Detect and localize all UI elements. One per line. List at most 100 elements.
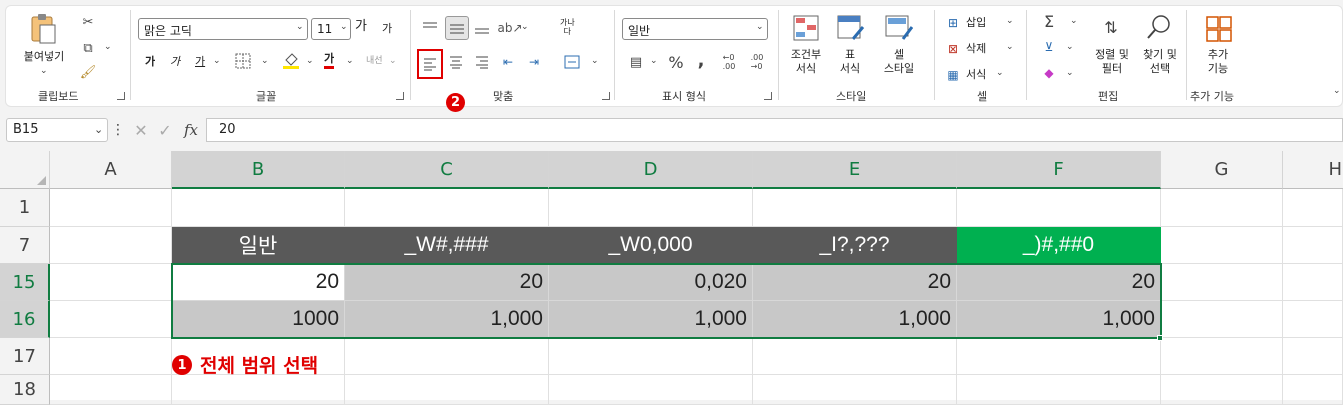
insert-function-icon[interactable]: fx (180, 120, 202, 140)
paste-icon[interactable] (28, 12, 58, 46)
clear-icon[interactable]: ◆ (1040, 64, 1058, 82)
table-cell[interactable]: 0,020 (549, 264, 753, 301)
collapse-ribbon-icon[interactable]: ⌄ (1333, 86, 1341, 96)
fill-icon[interactable]: ⊻ (1040, 38, 1058, 56)
cell-a1[interactable] (50, 189, 172, 227)
cell-h15[interactable] (1283, 264, 1343, 301)
column-header-c[interactable]: C (345, 151, 549, 189)
cell-styles-button[interactable]: 셀 스타일 (874, 48, 924, 76)
cell-f18[interactable] (957, 375, 1161, 405)
column-header-g[interactable]: G (1161, 151, 1283, 189)
cell-d17[interactable] (549, 338, 753, 375)
table-cell[interactable]: 20 (957, 264, 1161, 301)
cell-e18[interactable] (753, 375, 957, 405)
accounting-chevron-icon[interactable]: ⌄ (650, 56, 658, 66)
cell-b1[interactable] (172, 189, 345, 227)
formula-input[interactable]: 20 (206, 118, 1343, 142)
italic-button[interactable]: 가 (170, 55, 180, 69)
phonetic-chevron-icon[interactable]: ⌄ (389, 56, 397, 66)
find-select-button[interactable]: 찾기 및 선택 (1136, 48, 1184, 76)
cell-f1[interactable] (957, 189, 1161, 227)
fill-color-icon[interactable] (282, 50, 300, 70)
increase-indent-icon[interactable]: ⇥ (524, 52, 544, 72)
cut-icon[interactable]: ✂ (78, 12, 98, 32)
wrap-text-button[interactable]: 가나 다 (560, 18, 575, 36)
number-launcher-icon[interactable] (764, 92, 772, 100)
font-color-chevron-icon[interactable]: ⌄ (346, 56, 354, 66)
cell-c18[interactable] (345, 375, 549, 405)
find-select-icon[interactable] (1144, 12, 1174, 42)
cell-f17[interactable] (957, 338, 1161, 375)
sort-filter-button[interactable]: 정렬 및 필터 (1088, 48, 1136, 76)
cell-a7[interactable] (50, 227, 172, 264)
percent-icon[interactable]: % (666, 52, 686, 72)
format-header-cell[interactable]: 일반 (172, 227, 345, 264)
delete-chevron-icon[interactable]: ⌄ (1006, 42, 1014, 52)
alignment-launcher-icon[interactable] (602, 92, 610, 100)
format-cells-button[interactable]: 서식 (966, 68, 986, 82)
underline-button[interactable]: 가 (195, 55, 205, 69)
cell-b18[interactable] (172, 375, 345, 405)
format-as-table-icon[interactable] (836, 14, 866, 42)
row-header-17[interactable]: 17 (0, 338, 50, 375)
name-box[interactable]: B15 (6, 118, 108, 142)
cell-g1[interactable] (1161, 189, 1283, 227)
cell-g7[interactable] (1161, 227, 1283, 264)
increase-decimal-icon[interactable]: ←0.00 (718, 50, 740, 74)
underline-chevron-icon[interactable]: ⌄ (213, 56, 221, 66)
cell-a15[interactable] (50, 264, 172, 301)
fill-handle[interactable] (1157, 335, 1163, 341)
table-cell[interactable]: 1,000 (549, 301, 753, 338)
cell-c17[interactable] (345, 338, 549, 375)
name-box-chevron-icon[interactable]: ⌄ (94, 123, 103, 136)
active-cell-b15[interactable]: 20 (172, 264, 345, 301)
table-cell[interactable]: 20 (345, 264, 549, 301)
conditional-format-icon[interactable] (792, 14, 820, 42)
delete-cells-icon[interactable]: ⊠ (944, 40, 962, 58)
align-right-icon[interactable] (472, 52, 492, 72)
insert-cells-icon[interactable]: ⊞ (944, 14, 962, 32)
cell-a17[interactable] (50, 338, 172, 375)
autosum-chevron-icon[interactable]: ⌄ (1070, 16, 1078, 26)
format-header-cell[interactable]: _W#,### (345, 227, 549, 264)
cell-d1[interactable] (549, 189, 753, 227)
copy-chevron-icon[interactable]: ⌄ (104, 42, 112, 52)
row-header-15[interactable]: 15 (0, 264, 50, 301)
cell-h1[interactable] (1283, 189, 1343, 227)
format-chevron-icon[interactable]: ⌄ (996, 68, 1004, 78)
merge-chevron-icon[interactable]: ⌄ (591, 56, 599, 66)
paste-chevron-icon[interactable]: ⌄ (40, 66, 48, 76)
phonetic-button[interactable]: 내선 (366, 54, 383, 68)
align-top-icon[interactable] (420, 18, 440, 38)
cell-styles-icon[interactable] (884, 14, 914, 42)
font-launcher-icon[interactable] (396, 92, 404, 100)
bold-button[interactable]: 가 (145, 55, 155, 69)
table-cell[interactable]: 20 (753, 264, 957, 301)
cell-e1[interactable] (753, 189, 957, 227)
cell-g17[interactable] (1161, 338, 1283, 375)
align-middle-icon[interactable] (445, 16, 469, 40)
column-header-e[interactable]: E (753, 151, 957, 189)
addins-button[interactable]: 추가 기능 (1198, 48, 1238, 76)
align-left-icon[interactable] (417, 49, 443, 79)
cell-e17[interactable] (753, 338, 957, 375)
row-header-18[interactable]: 18 (0, 375, 50, 405)
cell-g16[interactable] (1161, 301, 1283, 338)
borders-icon[interactable] (234, 52, 252, 70)
fill-chevron-icon[interactable]: ⌄ (1066, 42, 1074, 52)
paste-button[interactable]: 붙여넣기 (18, 50, 70, 64)
format-header-cell[interactable]: _)#,##0 (957, 227, 1161, 264)
cell-a18[interactable] (50, 375, 172, 405)
column-header-d[interactable]: D (549, 151, 753, 189)
cell-h7[interactable] (1283, 227, 1343, 264)
number-format-chevron-icon[interactable]: ⌄ (756, 22, 764, 32)
cell-h18[interactable] (1283, 375, 1343, 405)
decrease-decimal-icon[interactable]: .00 →0 (746, 50, 768, 74)
more-options-icon[interactable]: ⋮ (111, 121, 125, 139)
font-name-combo[interactable]: 맑은 고딕 (138, 18, 308, 40)
align-bottom-icon[interactable] (472, 18, 492, 38)
font-name-chevron-icon[interactable]: ⌄ (296, 22, 304, 32)
column-header-f[interactable]: F (957, 151, 1161, 189)
autosum-icon[interactable]: Σ (1040, 12, 1058, 31)
comma-style-icon[interactable]: , (693, 50, 709, 71)
